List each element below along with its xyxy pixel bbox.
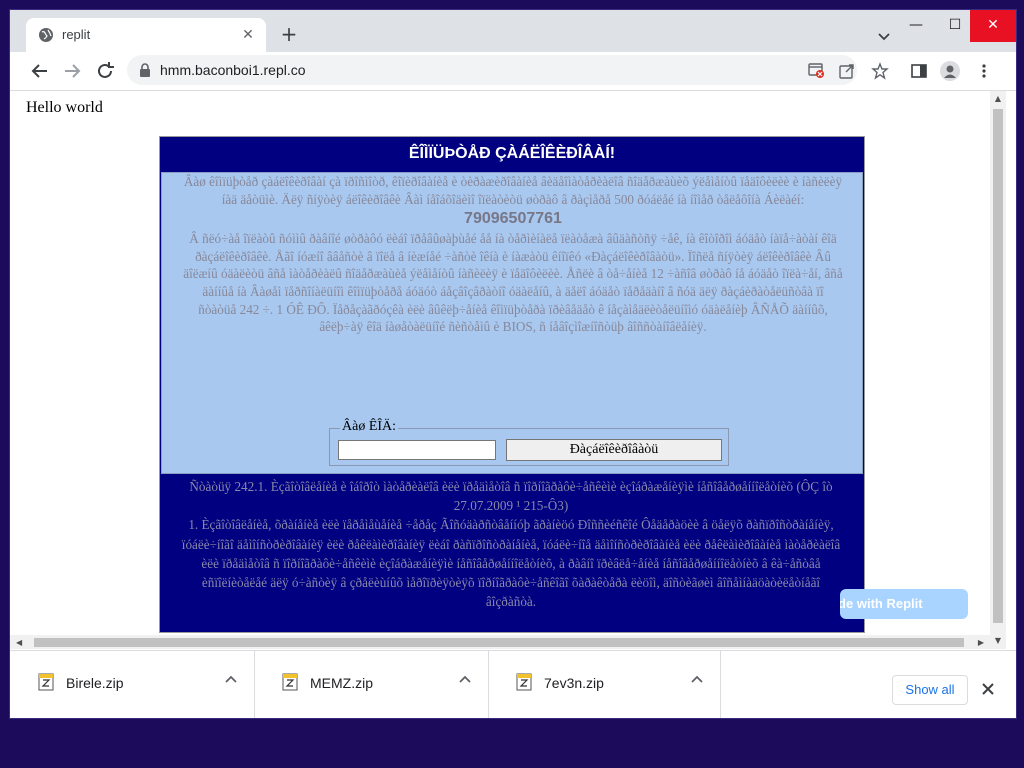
- chevron-up-icon[interactable]: [458, 673, 472, 687]
- body-text: Âàø êîìïüþòåð çàáëîêèðîâàí çà ïðîñìîòð, …: [182, 173, 844, 336]
- law-title: Ñòàòüÿ 242.1. Èçãîòîâëåíèå è îáîðîò ìàòå…: [189, 479, 833, 514]
- zip-file-icon: [516, 673, 532, 691]
- chevron-down-icon[interactable]: [874, 26, 894, 46]
- close-icon[interactable]: ✕: [238, 25, 258, 45]
- globe-icon: [39, 28, 53, 42]
- browser-window: replit ✕ + — ☐ ✕ hmm.baconboi1.repl.co H…: [10, 10, 1016, 718]
- unlock-button[interactable]: Ðàçáëîêèðîâàòü: [506, 439, 722, 461]
- share-icon[interactable]: [838, 62, 856, 80]
- panel-title: ÊÎÌÏÜÞÒÅÐ ÇÀÁËÎÊÈÐÎÂÀÍ!: [160, 137, 864, 171]
- scroll-down-arrow[interactable]: ▼: [994, 637, 1002, 645]
- kebab-menu-icon[interactable]: [975, 62, 993, 80]
- download-name: Birele.zip: [66, 675, 124, 691]
- law-text: Ñòàòüÿ 242.1. Èçãîòîâëåíèå è îáîðîò ìàòå…: [180, 477, 842, 611]
- profile-icon[interactable]: [940, 61, 960, 81]
- scroll-thumb[interactable]: [993, 109, 1003, 623]
- code-fieldset: Âàø ÊÎÄ: Ðàçáëîêèðîâàòü: [329, 419, 729, 466]
- panel-body: Âàø êîìïüþòåð çàáëîêèðîâàí çà ïðîñìîòð, …: [161, 172, 863, 474]
- body-text-instructions: Â ñëó÷àå îïëàòû ñóììû ðàâíîé øòðàôó ëèáî…: [183, 231, 843, 335]
- window-close-button[interactable]: ✕: [970, 10, 1016, 42]
- url-text: hmm.baconboi1.repl.co: [160, 62, 306, 78]
- hello-text: Hello world: [26, 99, 103, 116]
- show-all-button[interactable]: Show all: [892, 675, 968, 705]
- scroll-up-arrow[interactable]: ▲: [994, 95, 1002, 103]
- lock-icon[interactable]: [139, 63, 151, 77]
- new-tab-button[interactable]: +: [278, 24, 300, 46]
- law-body: 1. Èçãîòîâëåíèå, õðàíåíèå èëè ïåðåìåùåíè…: [181, 517, 841, 610]
- chevron-up-icon[interactable]: [224, 673, 238, 687]
- download-item[interactable]: Birele.zip: [10, 651, 255, 718]
- download-name: 7ev3n.zip: [544, 675, 604, 691]
- zip-file-icon: [282, 673, 298, 691]
- side-panel-icon[interactable]: [910, 62, 928, 80]
- browser-toolbar: hmm.baconboi1.repl.co: [10, 52, 1016, 91]
- download-name: MEMZ.zip: [310, 675, 373, 691]
- download-item[interactable]: MEMZ.zip: [254, 651, 489, 718]
- chevron-up-icon[interactable]: [690, 673, 704, 687]
- code-input[interactable]: [338, 440, 496, 460]
- blocked-popup-icon[interactable]: [807, 61, 825, 79]
- phone-number: 79096507761: [464, 210, 562, 228]
- scroll-left-arrow[interactable]: ◀: [16, 638, 22, 647]
- close-icon[interactable]: [980, 681, 996, 697]
- tab-strip: replit ✕ + — ☐ ✕: [10, 10, 1016, 52]
- page-viewport: Hello world ÊÎÌÏÜÞÒÅÐ ÇÀÁËÎÊÈÐÎÂÀÍ! Âàø …: [10, 91, 990, 649]
- horizontal-scrollbar[interactable]: ◀ ▶: [10, 635, 990, 649]
- zip-file-icon: [38, 673, 54, 691]
- star-icon[interactable]: [871, 62, 889, 80]
- download-shelf: Birele.zip MEMZ.zip 7ev3n.zip Show all: [10, 650, 1016, 718]
- forward-arrow-icon[interactable]: [61, 60, 83, 82]
- body-text-intro: Âàø êîìïüþòåð çàáëîêèðîâàí çà ïðîñìîòð, …: [183, 174, 843, 207]
- person-icon: [944, 65, 956, 78]
- vertical-scrollbar[interactable]: ▲ ▼: [990, 91, 1006, 649]
- tab-title: replit: [62, 27, 91, 42]
- hscroll-thumb[interactable]: [34, 638, 964, 647]
- code-legend: Âàø ÊÎÄ:: [340, 419, 399, 435]
- scroll-right-arrow[interactable]: ▶: [978, 638, 984, 647]
- download-item[interactable]: 7ev3n.zip: [488, 651, 721, 718]
- desktop-background: [0, 0, 1024, 10]
- reload-icon[interactable]: [94, 60, 116, 82]
- address-bar[interactable]: hmm.baconboi1.repl.co: [127, 55, 857, 85]
- tab-replit[interactable]: replit ✕: [26, 18, 266, 52]
- back-arrow-icon[interactable]: [29, 60, 51, 82]
- ransom-panel: ÊÎÌÏÜÞÒÅÐ ÇÀÁËÎÊÈÐÎÂÀÍ! Âàø êîìïüþòåð çà…: [159, 136, 865, 633]
- replit-badge-label: Made with Replit: [840, 596, 923, 611]
- made-with-replit-badge[interactable]: Made with Replit: [840, 589, 968, 619]
